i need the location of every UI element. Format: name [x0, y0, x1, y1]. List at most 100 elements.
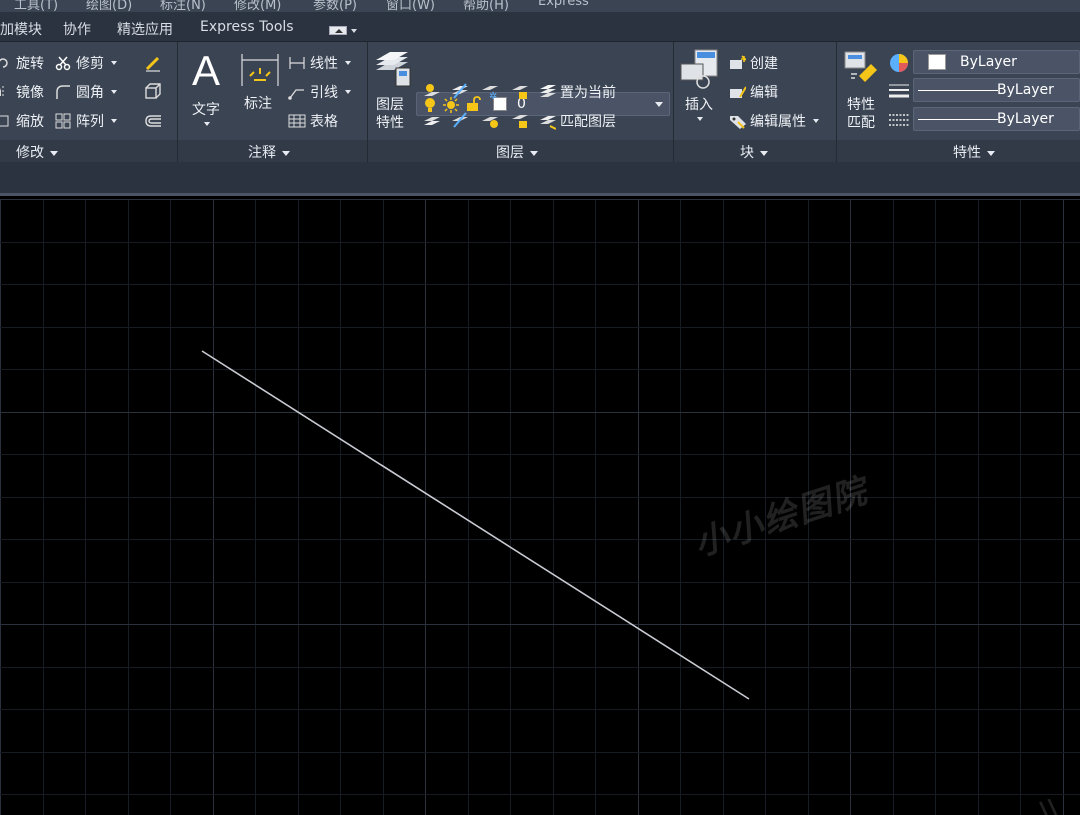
create-block-command[interactable]: 创建 [728, 52, 778, 74]
dimension-icon [240, 52, 280, 92]
offset-icon [144, 112, 162, 130]
lineweight-sample-line [918, 90, 998, 91]
file-tab-strip [0, 162, 1080, 196]
layer-set-current-icon [538, 83, 556, 101]
lineweight-icon [888, 83, 910, 105]
text-a-icon: A [192, 47, 221, 94]
edit-label: 编辑 [750, 85, 778, 101]
table-command[interactable]: 表格 [288, 110, 338, 132]
linetype-icon [888, 112, 910, 132]
color-swatch [928, 54, 946, 70]
match-layer-command[interactable]: 匹配图层 [538, 110, 616, 132]
layer-tools-row-2 [420, 109, 540, 131]
color-value: ByLayer [960, 54, 1017, 70]
layer-tools-row-1: ✲ [420, 80, 540, 102]
offset-command[interactable] [144, 110, 166, 132]
menu-window[interactable]: 窗口(W) [386, 0, 435, 12]
menu-express[interactable]: Express [538, 0, 589, 9]
layer-properties-label: 图层 特性 [376, 97, 404, 131]
layer-merge-icon[interactable] [450, 111, 470, 133]
match-layer-icon [538, 112, 556, 130]
linetype-dropdown[interactable]: ByLayer [913, 107, 1080, 131]
menu-draw[interactable]: 绘图(D) [86, 0, 132, 12]
svg-text:✲: ✲ [489, 91, 497, 100]
edit-attributes-label: 编辑属性 [750, 114, 806, 130]
scissors-icon [54, 54, 72, 72]
panel-layers-title: 图层 [496, 142, 538, 162]
layer-properties-command[interactable]: 图层 特性 [372, 50, 414, 136]
ribbon: 旋转 修剪 镜像 圆角 缩放 阵列 修改 A 文字 标注 线性 引线 表格 注释… [0, 42, 1080, 162]
ribbon-tab-bar: 加模块 协作 精选应用 Express Tools [0, 12, 1080, 42]
menu-parametric[interactable]: 参数(P) [313, 0, 357, 12]
fillet-command[interactable]: 圆角 [54, 81, 117, 103]
color-dropdown[interactable]: ByLayer [913, 50, 1080, 74]
layer-off-icon[interactable] [422, 82, 442, 104]
edit-block-command[interactable]: 编辑 [728, 81, 778, 103]
layer-walk-icon[interactable] [422, 111, 442, 133]
offset-box-command[interactable] [144, 81, 166, 103]
3d-box-icon [144, 83, 162, 101]
tab-featured-apps[interactable]: 精选应用 [117, 19, 173, 39]
rotate-command[interactable]: 旋转 [0, 52, 44, 74]
pencil-icon [144, 54, 162, 72]
layer-unlock-icon[interactable] [510, 111, 530, 133]
mirror-icon [0, 83, 12, 101]
array-grid-icon [54, 112, 72, 130]
menu-bar: 工具(T) 绘图(D) 标注(N) 修改(M) 参数(P) 窗口(W) 帮助(H… [0, 0, 1080, 12]
linear-command[interactable]: 线性 [288, 52, 351, 74]
panel-block-footer[interactable]: 块 [674, 140, 836, 162]
create-label: 创建 [750, 56, 778, 72]
match-layer-label: 匹配图层 [560, 114, 616, 130]
panel-annotation-title: 注释 [248, 142, 290, 162]
menu-tools[interactable]: 工具(T) [14, 0, 58, 12]
dimension-command[interactable]: 标注 [238, 52, 282, 122]
menu-dimension[interactable]: 标注(N) [160, 0, 206, 12]
panel-properties-footer[interactable]: 特性 [837, 140, 1080, 162]
linear-label: 线性 [310, 56, 338, 72]
set-current-layer-command[interactable]: 置为当前 [538, 81, 616, 103]
table-label: 表格 [310, 114, 338, 130]
layer-isolate-icon[interactable] [450, 82, 470, 104]
array-command[interactable]: 阵列 [54, 110, 117, 132]
layer-thaw-icon[interactable] [480, 111, 500, 133]
ribbon-minimize-button[interactable] [329, 26, 359, 36]
scale-command[interactable]: 缩放 [0, 110, 44, 132]
tab-addins[interactable]: 加模块 [0, 19, 42, 39]
erase-command[interactable] [144, 52, 166, 74]
panel-annotation-footer[interactable]: 注释 [178, 140, 367, 162]
lineweight-dropdown[interactable]: ByLayer [913, 78, 1080, 102]
fillet-icon [54, 83, 72, 101]
tab-collaborate[interactable]: 协作 [63, 19, 91, 39]
panel-layers-footer[interactable]: 图层 [368, 140, 673, 162]
set-current-label: 置为当前 [560, 85, 616, 101]
fillet-label: 圆角 [76, 85, 104, 101]
dimension-label: 标注 [244, 96, 272, 112]
leader-command[interactable]: 引线 [288, 81, 351, 103]
edit-attributes-command[interactable]: 编辑属性 [728, 110, 819, 132]
match-properties-command[interactable]: 特性 匹配 [843, 50, 885, 136]
rotate-icon [0, 54, 12, 72]
drawing-canvas[interactable]: 小小绘图院 [0, 199, 1080, 815]
chevron-down-icon [655, 102, 663, 107]
drawing-layer [201, 350, 750, 700]
menu-modify[interactable]: 修改(M) [234, 0, 281, 12]
color-wheel-icon [888, 52, 910, 78]
mirror-label: 镜像 [16, 85, 44, 101]
text-command[interactable]: A 文字 [190, 48, 226, 128]
insert-block-command[interactable]: 插入 [679, 48, 721, 134]
tab-express-tools[interactable]: Express Tools [200, 19, 294, 35]
panel-modify-title: 修改 [16, 142, 58, 162]
leader-icon [288, 83, 306, 101]
linetype-sample-line [918, 119, 998, 120]
mirror-command[interactable]: 镜像 [0, 81, 44, 103]
panel-modify-footer[interactable]: 修改 [0, 140, 177, 162]
layer-freeze-icon[interactable]: ✲ [480, 82, 500, 104]
layer-lock-icon[interactable] [510, 82, 530, 104]
lineweight-value: ByLayer [997, 82, 1054, 98]
trim-label: 修剪 [76, 56, 104, 72]
trim-command[interactable]: 修剪 [54, 52, 117, 74]
tag-icon [728, 112, 746, 130]
insert-block-icon [679, 48, 721, 94]
drawn-line[interactable] [201, 350, 750, 700]
menu-help[interactable]: 帮助(H) [463, 0, 509, 12]
